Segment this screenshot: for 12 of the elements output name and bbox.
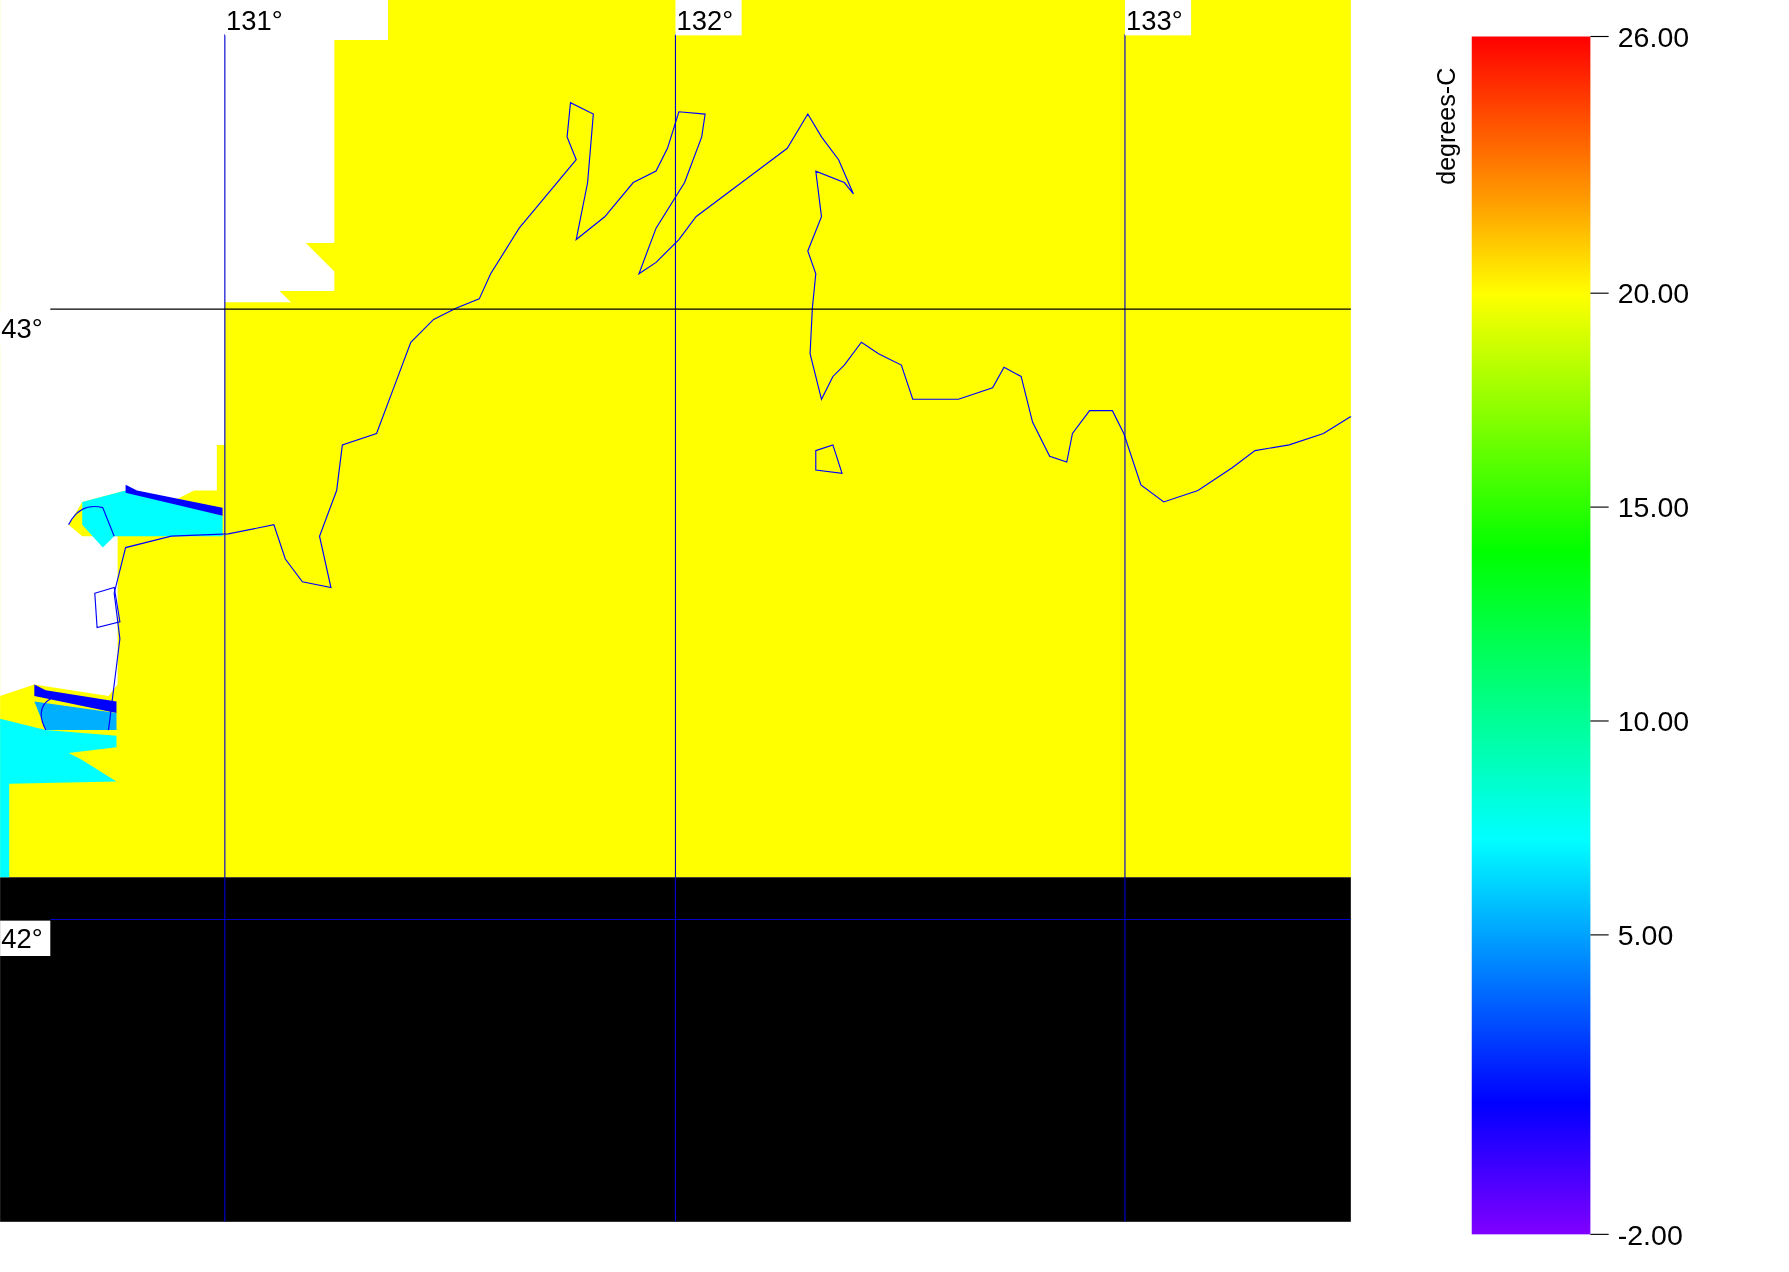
latitude-label: 43°	[1, 312, 43, 344]
latitude-label: 42°	[1, 923, 43, 954]
colorbar-tick-label: 20.00	[1617, 277, 1690, 310]
unit-label: degrees-C	[1431, 67, 1460, 185]
colorbar-tick-label: 10.00	[1617, 705, 1690, 738]
longitude-label: 131°	[226, 4, 283, 36]
longitude-label: 132°	[676, 4, 734, 36]
colorbar-tick-label: -2.00	[1617, 1218, 1683, 1251]
colorbar-tick-label: 26.00	[1617, 20, 1690, 53]
longitude-label: 133°	[1126, 4, 1183, 36]
colorbar-tick-label: 5.00	[1617, 919, 1674, 952]
colorbar-tick-label: 15.00	[1617, 491, 1690, 524]
